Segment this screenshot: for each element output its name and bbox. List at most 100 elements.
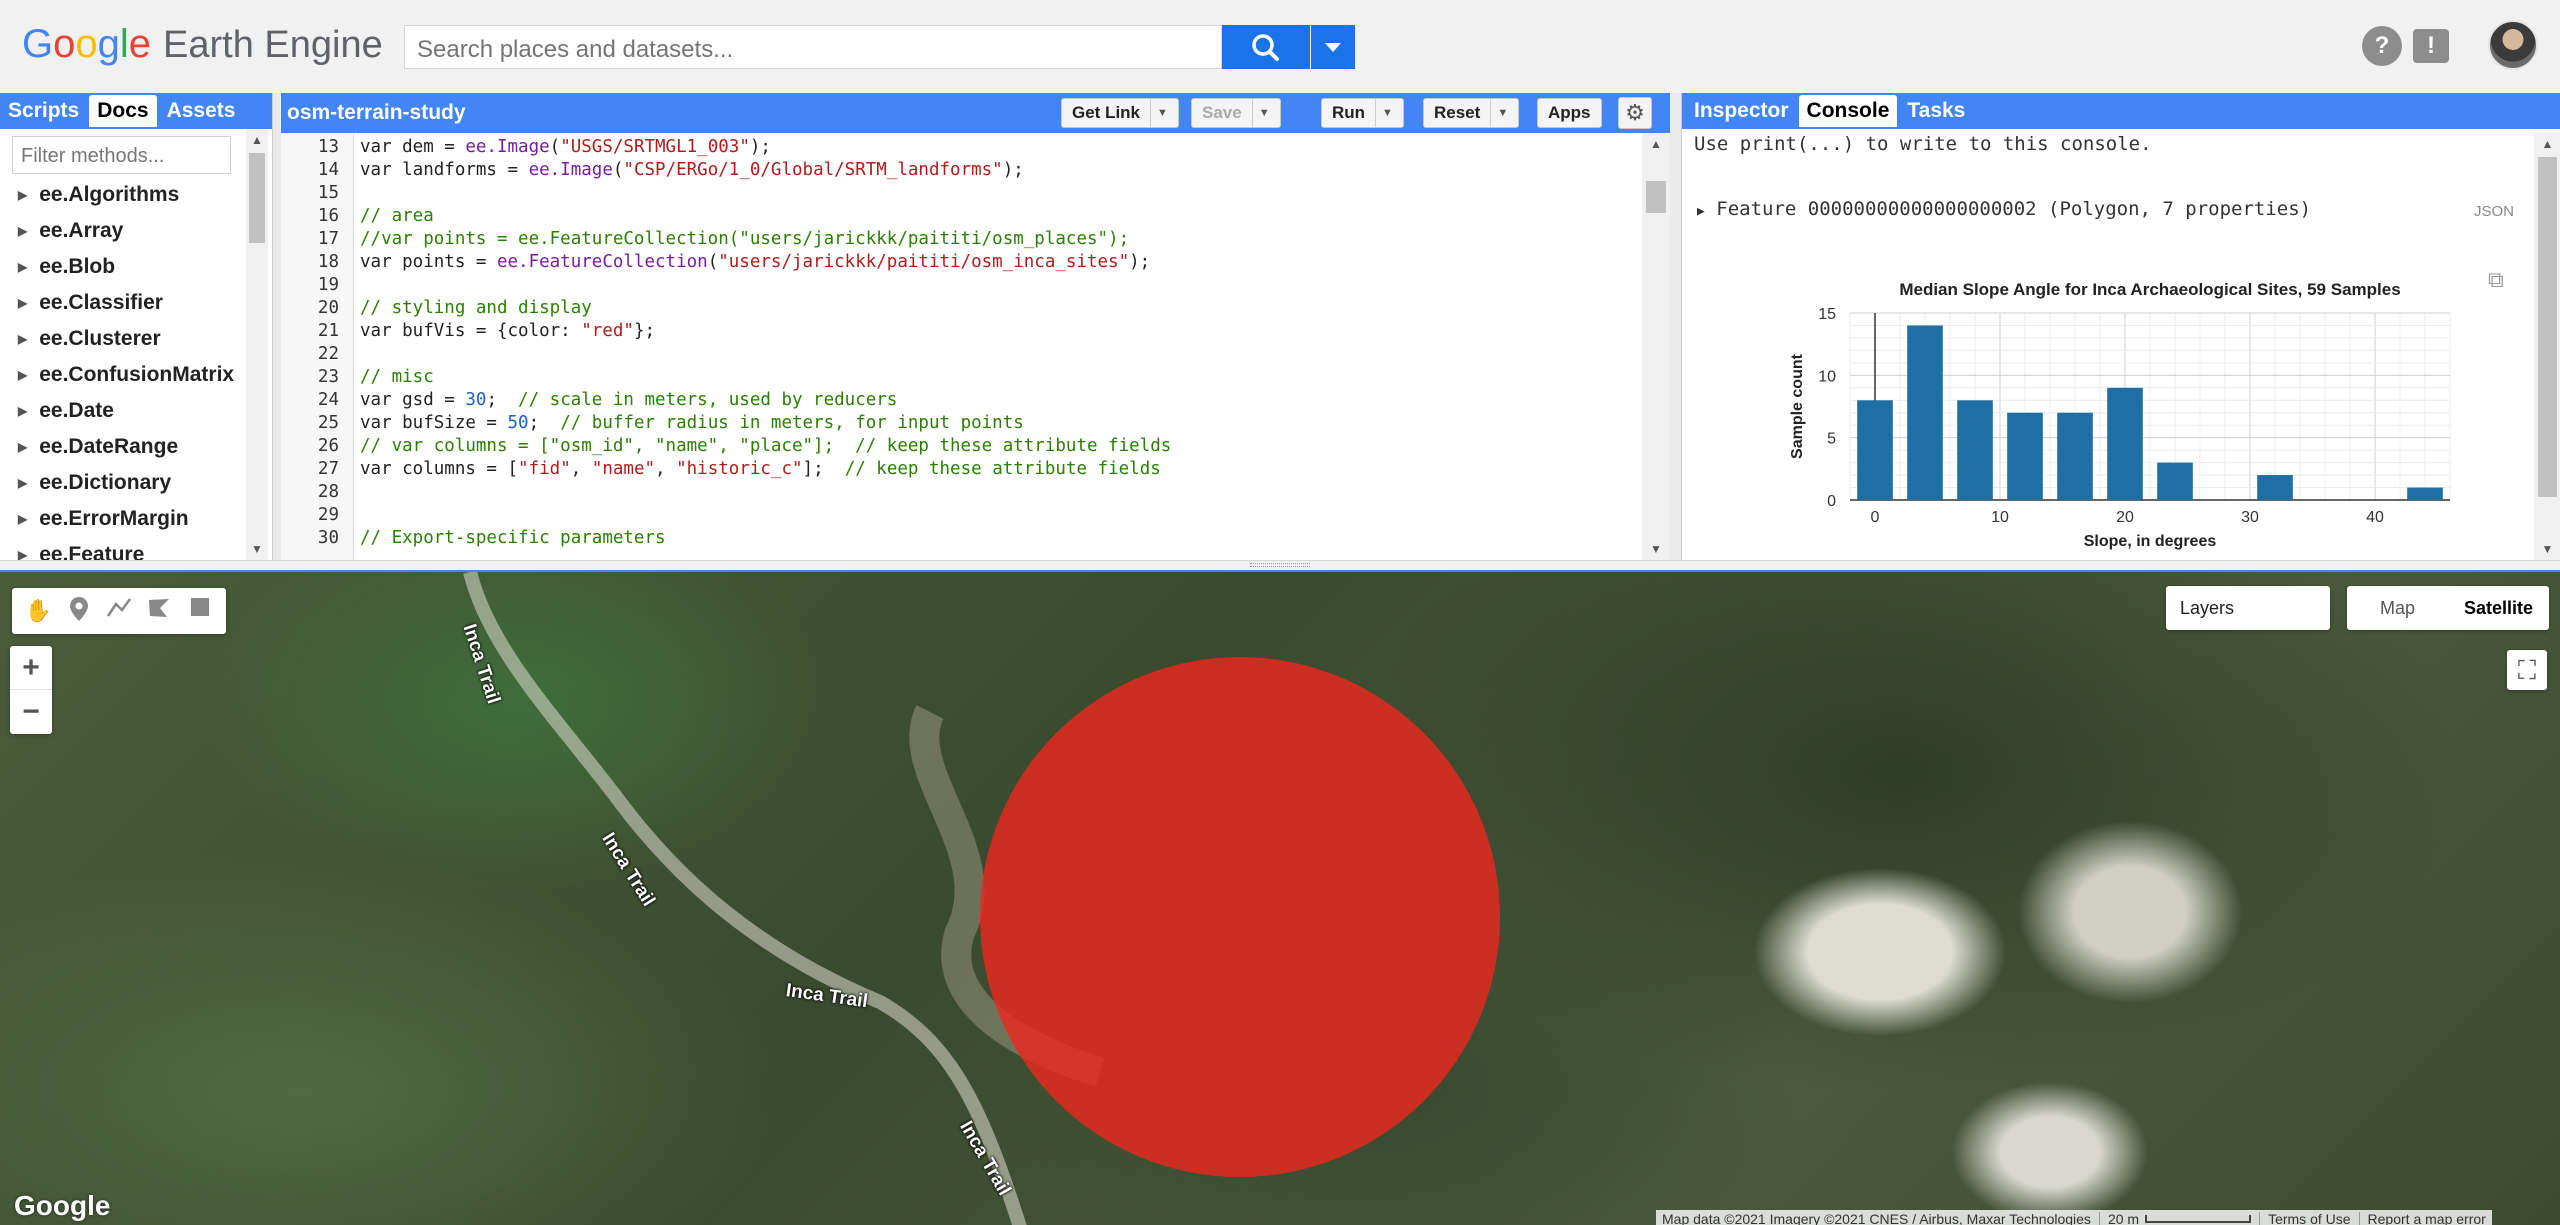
right-tab-tasks[interactable]: Tasks — [1899, 95, 1973, 127]
code-line[interactable]: var dem = ee.Image("USGS/SRTMGL1_003"); — [360, 136, 1620, 159]
scroll-thumb[interactable] — [1646, 181, 1666, 213]
zoom-out-button[interactable]: − — [10, 690, 52, 734]
scroll-down-icon[interactable]: ▼ — [2534, 538, 2560, 560]
draw-rectangle-icon[interactable] — [185, 596, 215, 626]
code-line[interactable]: var gsd = 30; // scale in meters, used b… — [360, 389, 1620, 412]
hand-pan-icon[interactable]: ✋ — [23, 596, 53, 626]
scroll-thumb[interactable] — [249, 153, 265, 243]
expand-triangle-icon[interactable]: ▶ — [18, 404, 27, 418]
right-tab-inspector[interactable]: Inspector — [1686, 95, 1797, 127]
filter-methods-input[interactable]: Filter methods... — [12, 136, 231, 174]
scroll-up-icon[interactable]: ▲ — [2534, 133, 2560, 155]
help-icon[interactable]: ? — [2362, 26, 2402, 66]
chart-bar — [2057, 412, 2093, 500]
zoom-in-button[interactable]: + — [10, 646, 52, 690]
earth-engine-logo[interactable]: Google Earth Engine — [22, 22, 383, 70]
docs-item[interactable]: ▶ ee.Algorithms — [0, 177, 246, 213]
code-line[interactable]: //var points = ee.FeatureCollection("use… — [360, 228, 1620, 251]
terms-link[interactable]: Terms of Use — [2268, 1211, 2350, 1225]
json-link[interactable]: JSON — [2474, 203, 2514, 220]
add-marker-icon[interactable] — [64, 596, 94, 626]
left-splitter[interactable] — [273, 93, 281, 560]
console-feature-entry[interactable]: ▶ Feature 00000000000000000002 (Polygon,… — [1697, 198, 2311, 220]
scroll-down-icon[interactable]: ▼ — [246, 538, 268, 560]
code-line[interactable]: var bufVis = {color: "red"}; — [360, 320, 1620, 343]
scroll-up-icon[interactable]: ▲ — [1642, 133, 1670, 155]
code-line[interactable]: // Export-specific parameters — [360, 527, 1620, 550]
docs-item[interactable]: ▶ ee.ConfusionMatrix — [0, 357, 246, 393]
code-line[interactable]: // misc — [360, 366, 1620, 389]
x-tick-label: 30 — [2241, 509, 2259, 526]
code-line[interactable] — [360, 274, 1620, 297]
docs-item[interactable]: ▶ ee.Clusterer — [0, 321, 246, 357]
fullscreen-icon[interactable]: ⛶ — [2507, 650, 2547, 690]
chart-bar — [2407, 487, 2443, 500]
code-line[interactable] — [360, 504, 1620, 527]
reset-button[interactable]: Reset ▼ — [1423, 98, 1520, 128]
docs-item[interactable]: ▶ ee.Array — [0, 213, 246, 249]
left-tab-docs[interactable]: Docs — [89, 95, 157, 127]
console-scrollbar[interactable]: ▲ ▼ — [2534, 133, 2560, 560]
docs-item[interactable]: ▶ ee.ErrorMargin — [0, 501, 246, 537]
draw-polygon-icon[interactable] — [144, 596, 174, 626]
draw-line-icon[interactable] — [104, 596, 134, 626]
map-type-map[interactable]: Map — [2347, 598, 2448, 619]
left-tab-scripts[interactable]: Scripts — [0, 95, 87, 127]
code-line[interactable] — [360, 481, 1620, 504]
feedback-icon[interactable]: ! — [2413, 29, 2449, 63]
map-view[interactable]: Inca Trail Inca Trail Inca Trail Inca Tr… — [0, 570, 2560, 1225]
docs-item[interactable]: ▶ ee.Blob — [0, 249, 246, 285]
docs-item[interactable]: ▶ ee.Dictionary — [0, 465, 246, 501]
run-button[interactable]: Run ▼ — [1321, 98, 1404, 128]
splitter-grip-icon[interactable] — [1250, 563, 1310, 567]
code-line[interactable]: // styling and display — [360, 297, 1620, 320]
search-input[interactable]: Search places and datasets... — [404, 25, 1222, 69]
right-splitter[interactable] — [1670, 93, 1681, 560]
docs-item[interactable]: ▶ ee.DateRange — [0, 429, 246, 465]
horizontal-splitter[interactable] — [0, 560, 2560, 570]
expand-triangle-icon[interactable]: ▶ — [18, 368, 27, 382]
avatar[interactable] — [2488, 20, 2538, 70]
google-logo: Google — [14, 1190, 111, 1221]
expand-triangle-icon[interactable]: ▶ — [18, 512, 27, 526]
expand-triangle-icon[interactable]: ▶ — [1697, 204, 1705, 219]
scroll-thumb[interactable] — [2538, 157, 2557, 497]
docs-item[interactable]: ▶ ee.Classifier — [0, 285, 246, 321]
expand-triangle-icon[interactable]: ▶ — [18, 260, 27, 274]
expand-triangle-icon[interactable]: ▶ — [18, 440, 27, 454]
code-line[interactable]: var points = ee.FeatureCollection("users… — [360, 251, 1620, 274]
expand-triangle-icon[interactable]: ▶ — [18, 188, 27, 202]
scroll-up-icon[interactable]: ▲ — [246, 129, 268, 151]
right-tab-console[interactable]: Console — [1798, 95, 1898, 127]
get-link-caret-icon[interactable]: ▼ — [1150, 99, 1168, 127]
docs-item[interactable]: ▶ ee.Date — [0, 393, 246, 429]
expand-triangle-icon[interactable]: ▶ — [18, 224, 27, 238]
code-line[interactable]: var bufSize = 50; // buffer radius in me… — [360, 412, 1620, 435]
search-button[interactable] — [1222, 25, 1310, 69]
editor-scrollbar[interactable]: ▲ ▼ — [1642, 133, 1670, 560]
reset-caret-icon[interactable]: ▼ — [1490, 99, 1508, 127]
search-options-dropdown[interactable] — [1311, 25, 1355, 69]
expand-triangle-icon[interactable]: ▶ — [18, 476, 27, 490]
code-line[interactable]: // area — [360, 205, 1620, 228]
scroll-down-icon[interactable]: ▼ — [1642, 538, 1670, 560]
apps-button[interactable]: Apps — [1537, 98, 1602, 128]
code-line[interactable] — [360, 343, 1620, 366]
docs-scrollbar[interactable]: ▲ ▼ — [246, 129, 268, 560]
gear-icon[interactable]: ⚙ — [1618, 97, 1652, 129]
code-line[interactable] — [360, 182, 1620, 205]
map-type-satellite[interactable]: Satellite — [2448, 598, 2549, 619]
code-line[interactable]: var landforms = ee.Image("CSP/ERGo/1_0/G… — [360, 159, 1620, 182]
save-caret-icon[interactable]: ▼ — [1251, 99, 1270, 127]
left-tab-assets[interactable]: Assets — [159, 95, 244, 127]
run-caret-icon[interactable]: ▼ — [1375, 99, 1393, 127]
layers-dropdown[interactable]: Layers — [2166, 586, 2330, 630]
expand-triangle-icon[interactable]: ▶ — [18, 332, 27, 346]
code-line[interactable]: var columns = ["fid", "name", "historic_… — [360, 458, 1620, 481]
code-line[interactable]: // var columns = ["osm_id", "name", "pla… — [360, 435, 1620, 458]
report-error-link[interactable]: Report a map error — [2368, 1211, 2486, 1225]
code-text-area[interactable]: var dem = ee.Image("USGS/SRTMGL1_003"); v… — [360, 133, 1620, 560]
save-button[interactable]: Save ▼ — [1191, 98, 1281, 128]
expand-triangle-icon[interactable]: ▶ — [18, 296, 27, 310]
get-link-button[interactable]: Get Link ▼ — [1061, 98, 1179, 128]
